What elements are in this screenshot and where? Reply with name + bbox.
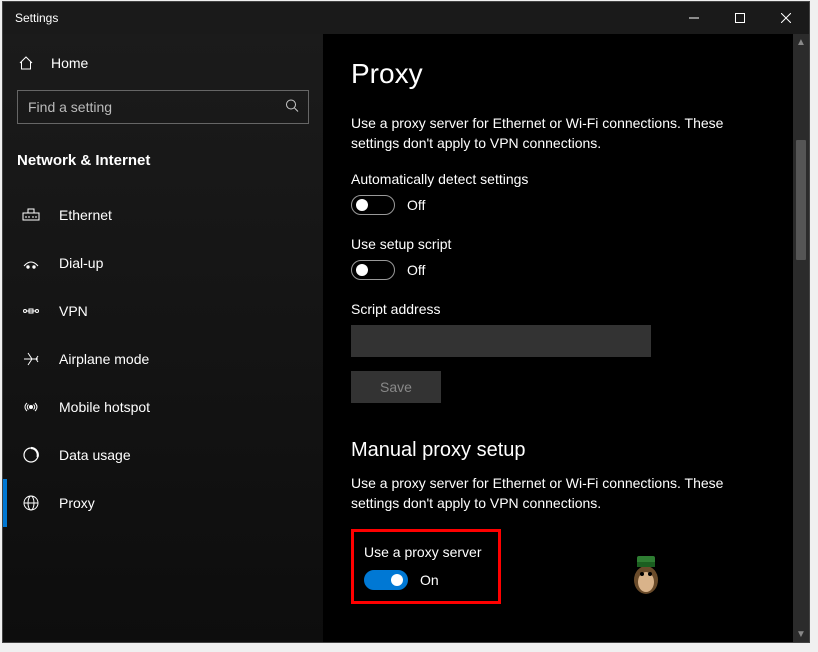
setup-script-toggle[interactable]: Off [351, 260, 425, 280]
sidebar-item-label: VPN [59, 303, 88, 319]
proxy-icon [21, 493, 41, 513]
sidebar-item-label: Data usage [59, 447, 131, 463]
scroll-thumb[interactable] [796, 140, 806, 260]
use-proxy-label: Use a proxy server [364, 544, 488, 560]
ethernet-icon [21, 205, 41, 225]
hotspot-icon [21, 397, 41, 417]
sidebar-item-proxy[interactable]: Proxy [3, 479, 323, 527]
sidebar-item-datausage[interactable]: Data usage [3, 431, 323, 479]
maximize-button[interactable] [717, 2, 763, 34]
annotation-highlight: Use a proxy server On [351, 529, 501, 604]
search-icon [285, 99, 299, 116]
use-proxy-state: On [420, 572, 439, 588]
sidebar-category-header: Network & Internet [3, 136, 323, 191]
auto-detect-state: Off [407, 197, 425, 213]
home-icon [17, 54, 35, 72]
sidebar-item-label: Mobile hotspot [59, 399, 150, 415]
sidebar-nav: Ethernet Dial-up VPN [3, 191, 323, 642]
sidebar-item-vpn[interactable]: VPN [3, 287, 323, 335]
minimize-button[interactable] [671, 2, 717, 34]
setup-script-state: Off [407, 262, 425, 278]
auto-proxy-description: Use a proxy server for Ethernet or Wi-Fi… [351, 114, 765, 153]
page-title: Proxy [351, 58, 765, 90]
close-icon [781, 13, 791, 23]
sidebar-item-label: Proxy [59, 495, 95, 511]
auto-detect-toggle[interactable]: Off [351, 195, 425, 215]
window-controls [671, 2, 809, 34]
vertical-scrollbar[interactable]: ▲ ▼ [793, 34, 809, 642]
sidebar-item-dialup[interactable]: Dial-up [3, 239, 323, 287]
sidebar-home[interactable]: Home [3, 44, 323, 82]
setup-script-label: Use setup script [351, 236, 765, 252]
datausage-icon [21, 445, 41, 465]
sidebar-item-hotspot[interactable]: Mobile hotspot [3, 383, 323, 431]
toggle-switch-icon [364, 570, 408, 590]
window-title: Settings [3, 11, 58, 25]
sidebar-item-label: Airplane mode [59, 351, 149, 367]
manual-proxy-description: Use a proxy server for Ethernet or Wi-Fi… [351, 474, 765, 513]
scroll-track[interactable] [793, 50, 809, 626]
script-address-input[interactable] [351, 325, 651, 357]
close-button[interactable] [763, 2, 809, 34]
maximize-icon [735, 13, 745, 23]
vpn-icon [21, 301, 41, 321]
scroll-up-arrow-icon[interactable]: ▲ [793, 34, 809, 50]
sidebar-item-ethernet[interactable]: Ethernet [3, 191, 323, 239]
toggle-switch-icon [351, 260, 395, 280]
script-address-label: Script address [351, 301, 765, 317]
sidebar-item-airplane[interactable]: Airplane mode [3, 335, 323, 383]
sidebar-item-label: Ethernet [59, 207, 112, 223]
auto-detect-label: Automatically detect settings [351, 171, 765, 187]
settings-window: Settings Home [2, 1, 810, 643]
dialup-icon [21, 253, 41, 273]
titlebar: Settings [3, 2, 809, 34]
use-proxy-toggle[interactable]: On [364, 570, 439, 590]
toggle-switch-icon [351, 195, 395, 215]
save-button[interactable]: Save [351, 371, 441, 403]
minimize-icon [689, 13, 699, 23]
airplane-icon [21, 349, 41, 369]
window-body: Home Network & Internet Ethernet [3, 34, 809, 642]
scroll-down-arrow-icon[interactable]: ▼ [793, 626, 809, 642]
manual-proxy-heading: Manual proxy setup [351, 439, 765, 462]
mascot-icon [629, 552, 663, 596]
content-wrap: Proxy Use a proxy server for Ethernet or… [323, 34, 809, 642]
content-pane: Proxy Use a proxy server for Ethernet or… [323, 34, 793, 642]
search-input[interactable] [17, 90, 309, 124]
sidebar: Home Network & Internet Ethernet [3, 34, 323, 642]
sidebar-item-label: Dial-up [59, 255, 103, 271]
search-container [3, 82, 323, 136]
sidebar-home-label: Home [51, 55, 88, 71]
